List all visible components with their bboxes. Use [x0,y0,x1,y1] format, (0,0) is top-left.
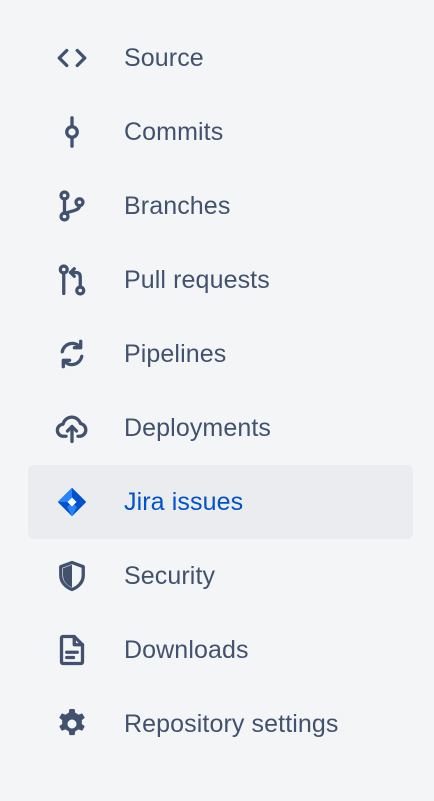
sidebar-item-label: Source [124,43,204,72]
repository-sidebar: Source Commits Branches Pull requests Pi… [0,0,434,801]
sidebar-item-label: Pipelines [124,339,227,368]
commit-icon [54,114,90,150]
sidebar-nav: Source Commits Branches Pull requests Pi… [28,21,413,761]
sidebar-item-deployments[interactable]: Deployments [28,391,413,465]
sidebar-item-source[interactable]: Source [28,21,413,95]
pull-request-icon [54,262,90,298]
sidebar-item-downloads[interactable]: Downloads [28,613,413,687]
sidebar-item-security[interactable]: Security [28,539,413,613]
sidebar-item-label: Branches [124,191,231,220]
sidebar-item-label: Security [124,561,216,590]
document-icon [54,632,90,668]
sidebar-item-repository-settings[interactable]: Repository settings [28,687,413,761]
sidebar-item-branches[interactable]: Branches [28,169,413,243]
sidebar-item-label: Downloads [124,635,249,664]
shield-icon [54,558,90,594]
branch-icon [54,188,90,224]
code-icon [54,40,90,76]
gear-icon [54,706,90,742]
sidebar-item-label: Jira issues [124,487,244,516]
sidebar-item-label: Repository settings [124,709,339,738]
sidebar-item-jira-issues[interactable]: Jira issues [28,465,413,539]
sidebar-item-label: Deployments [124,413,271,442]
sidebar-item-commits[interactable]: Commits [28,95,413,169]
sidebar-item-pipelines[interactable]: Pipelines [28,317,413,391]
sidebar-item-label: Pull requests [124,265,270,294]
jira-icon [54,484,90,520]
cloud-upload-icon [54,410,90,446]
pipelines-icon [54,336,90,372]
sidebar-item-label: Commits [124,117,224,146]
sidebar-item-pull-requests[interactable]: Pull requests [28,243,413,317]
